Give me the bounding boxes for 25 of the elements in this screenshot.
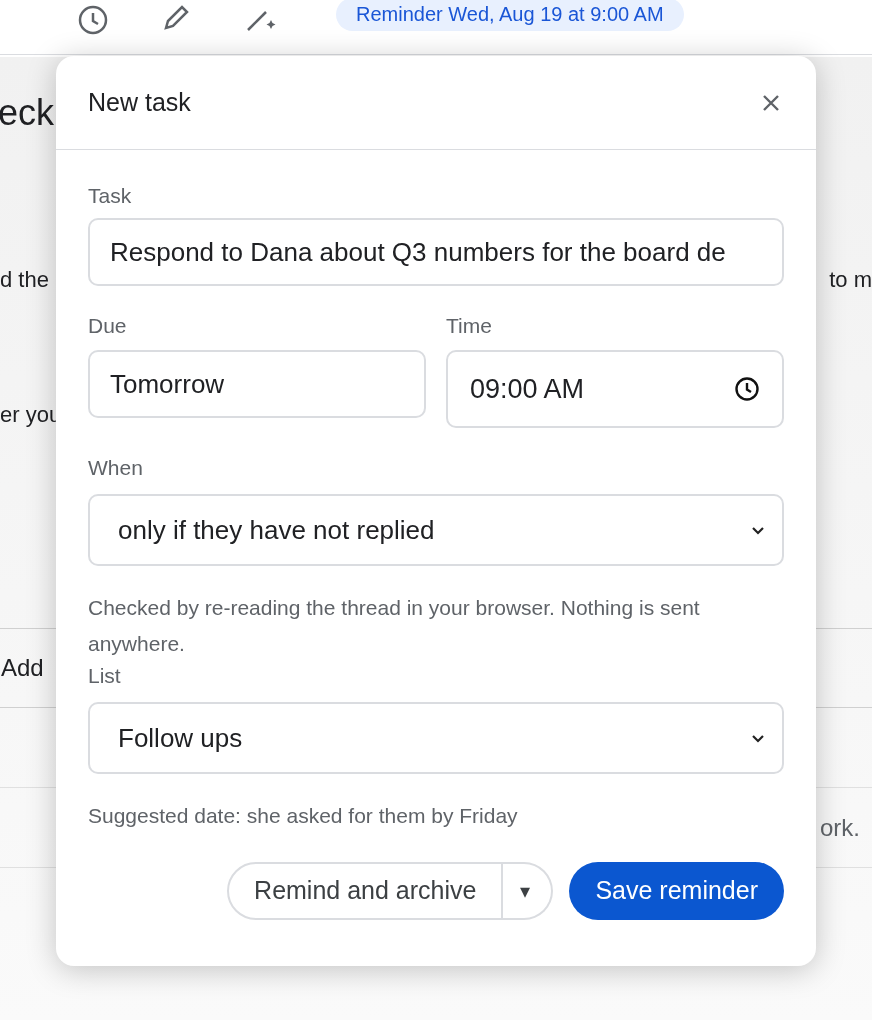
clock-icon[interactable]: [734, 376, 760, 402]
dialog-title: New task: [88, 86, 191, 118]
clock-icon[interactable]: [76, 3, 110, 37]
add-button[interactable]: Add: [1, 650, 44, 686]
body-text: d the: [0, 265, 49, 294]
reminder-chip[interactable]: Reminder Wed, Aug 19 at 9:00 AM: [336, 0, 684, 31]
save-reminder-button[interactable]: Save reminder: [569, 862, 784, 920]
field-label: When: [88, 455, 144, 481]
task-field[interactable]: Respond to Dana about Q3 numbers for the board de: [88, 218, 784, 286]
row-text: ork.: [820, 812, 860, 843]
time-field[interactable]: 09:00 AM: [446, 350, 784, 428]
page-heading: eck: [0, 90, 55, 135]
help-text: Checked by re-reading the thread in your browser. Nothing is sent anywhere.: [88, 595, 701, 657]
dropdown-button[interactable]: ▾: [503, 862, 554, 920]
field-label: Task: [88, 183, 133, 209]
due-field[interactable]: Tomorrow: [88, 350, 426, 418]
close-icon[interactable]: [762, 93, 780, 112]
when-select[interactable]: only if they have not replied: [88, 494, 784, 566]
field-label: List: [88, 663, 122, 689]
remind-and-archive-button[interactable]: Remind and archive: [227, 862, 504, 920]
field-label: Time: [446, 313, 493, 339]
suggestion-text: Suggested date: she asked for them by Friday: [88, 803, 519, 829]
list-select[interactable]: Follow ups: [88, 702, 784, 774]
field-label: Due: [88, 313, 128, 339]
body-text: to m: [829, 265, 872, 294]
